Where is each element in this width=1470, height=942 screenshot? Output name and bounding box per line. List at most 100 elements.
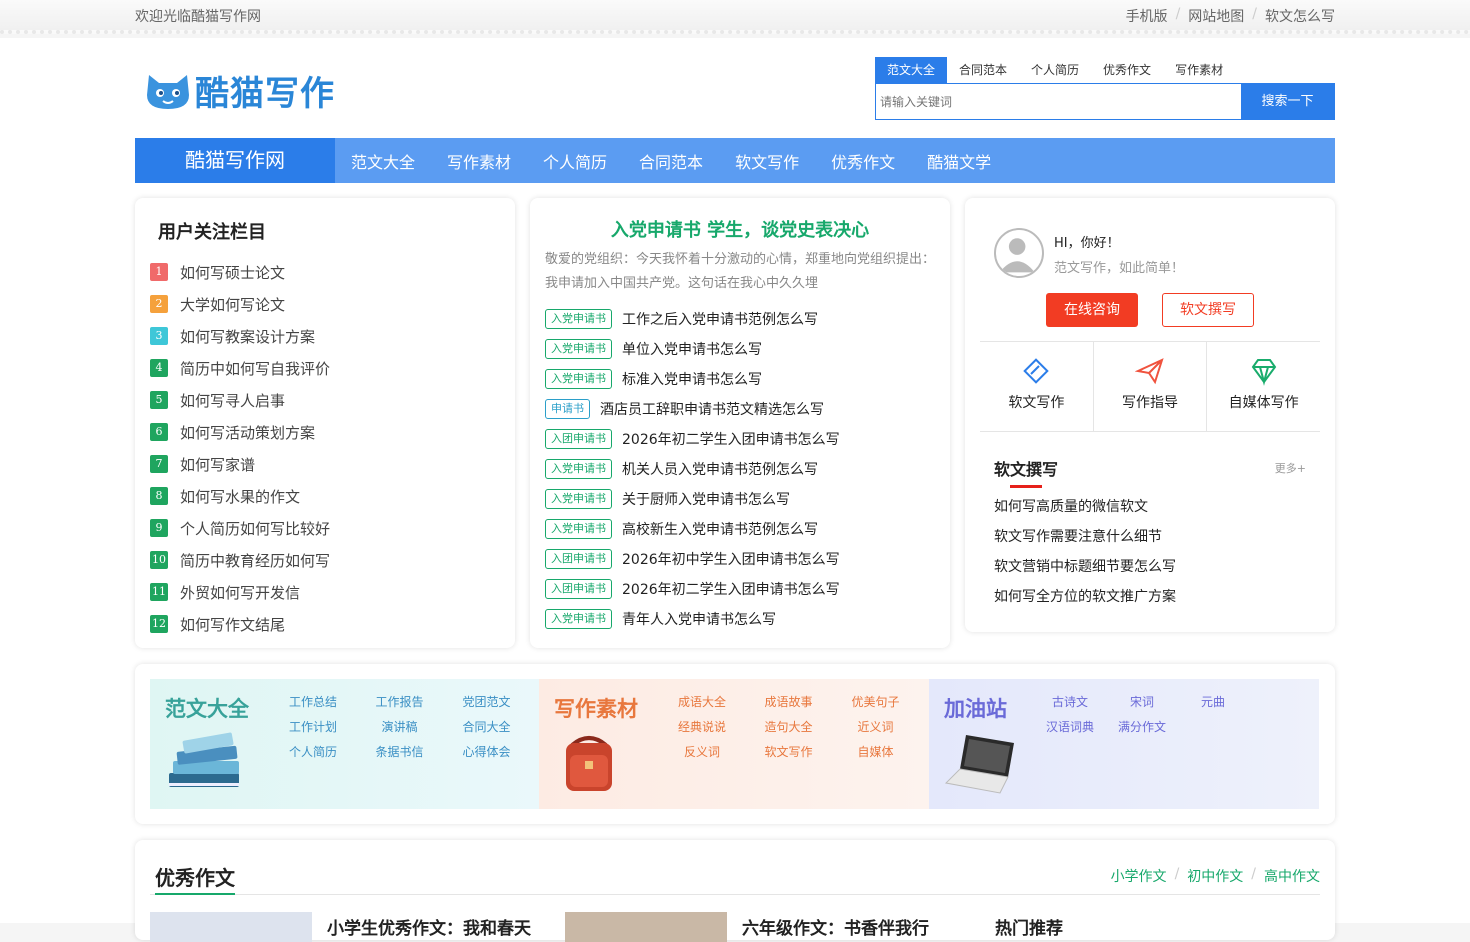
category-title[interactable]: 写作素材 xyxy=(554,693,638,723)
category-tag[interactable]: 入党申请书 xyxy=(545,369,612,389)
rank-item[interactable]: 5 如何写寻人启事 xyxy=(150,384,330,416)
rank-item[interactable]: 6 如何写活动策划方案 xyxy=(150,416,330,448)
subnav-junior[interactable]: 初中作文 xyxy=(1187,866,1243,886)
category-link[interactable]: 工作计划 xyxy=(270,718,356,737)
category-link[interactable]: 工作报告 xyxy=(356,693,443,712)
sitemap-link[interactable]: 网站地图 xyxy=(1188,6,1244,26)
category-link[interactable]: 个人简历 xyxy=(270,743,356,762)
howto-link[interactable]: 软文怎么写 xyxy=(1265,6,1335,26)
list-item[interactable]: 软文营销中标题细节要怎么写 xyxy=(994,552,1176,582)
search-tab-jianli[interactable]: 个人简历 xyxy=(1019,57,1091,83)
subnav-primary[interactable]: 小学作文 xyxy=(1111,866,1167,886)
rank-item[interactable]: 4 简历中如何写自我评价 xyxy=(150,352,330,384)
article-item[interactable]: 入团申请书 2026年初二学生入团申请书怎么写 xyxy=(545,574,840,604)
nav-item-ruanwen[interactable]: 软文写作 xyxy=(719,149,815,173)
search-tab-hetong[interactable]: 合同范本 xyxy=(947,57,1019,83)
rank-item[interactable]: 7 如何写家谱 xyxy=(150,448,330,480)
category-tag[interactable]: 入党申请书 xyxy=(545,519,612,539)
essay-title[interactable]: 小学生优秀作文：我和春天 xyxy=(327,914,531,939)
category-tag[interactable]: 申请书 xyxy=(545,399,590,419)
category-link[interactable]: 近义词 xyxy=(832,718,919,737)
shortcut-guide[interactable]: 写作指导 xyxy=(1094,342,1208,431)
article-item[interactable]: 申请书 酒店员工辞职申请书范文精选怎么写 xyxy=(545,394,840,424)
article-item[interactable]: 入党申请书 标准入党申请书怎么写 xyxy=(545,364,840,394)
category-link[interactable]: 软文写作 xyxy=(745,743,832,762)
category-link[interactable]: 自媒体 xyxy=(832,743,919,762)
list-item[interactable]: 如何写高质量的微信软文 xyxy=(994,492,1176,522)
featured-title[interactable]: 入党申请书 学生，谈党史表决心 xyxy=(530,216,950,242)
category-tag[interactable]: 入党申请书 xyxy=(545,339,612,359)
category-tag[interactable]: 入党申请书 xyxy=(545,309,612,329)
essay-title[interactable]: 六年级作文：书香伴我行 xyxy=(742,914,929,939)
essay-thumbnail[interactable] xyxy=(150,912,312,942)
nav-item-wenxue[interactable]: 酷猫文学 xyxy=(911,149,1007,173)
nav-brand[interactable]: 酷猫写作网 xyxy=(135,138,335,183)
subnav-senior[interactable]: 高中作文 xyxy=(1264,866,1320,886)
rank-item[interactable]: 2 大学如何写论文 xyxy=(150,288,330,320)
rank-number: 12 xyxy=(150,615,168,633)
category-link[interactable]: 优美句子 xyxy=(832,693,919,712)
list-item[interactable]: 软文写作需要注意什么细节 xyxy=(994,522,1176,552)
rank-item[interactable]: 8 如何写水果的作文 xyxy=(150,480,330,512)
category-link[interactable]: 宋词 xyxy=(1101,693,1183,712)
category-link[interactable]: 心得体会 xyxy=(443,743,530,762)
category-tag[interactable]: 入团申请书 xyxy=(545,549,612,569)
article-item[interactable]: 入党申请书 机关人员入党申请书范例怎么写 xyxy=(545,454,840,484)
search-tab-zuowen[interactable]: 优秀作文 xyxy=(1091,57,1163,83)
consult-button[interactable]: 在线咨询 xyxy=(1046,293,1138,327)
more-link[interactable]: 更多+ xyxy=(1275,460,1306,476)
article-item[interactable]: 入党申请书 高校新生入党申请书范例怎么写 xyxy=(545,514,840,544)
category-tag[interactable]: 入团申请书 xyxy=(545,579,612,599)
mobile-link[interactable]: 手机版 xyxy=(1126,6,1168,26)
write-button[interactable]: 软文撰写 xyxy=(1162,293,1254,327)
article-item[interactable]: 入党申请书 青年人入党申请书怎么写 xyxy=(545,604,840,634)
laptop-icon xyxy=(944,735,1014,794)
rank-item[interactable]: 1 如何写硕士论文 xyxy=(150,256,330,288)
category-link[interactable]: 造句大全 xyxy=(745,718,832,737)
search-tab-sucai[interactable]: 写作素材 xyxy=(1163,57,1235,83)
category-link[interactable]: 经典说说 xyxy=(659,718,745,737)
rank-item[interactable]: 9 个人简历如何写比较好 xyxy=(150,512,330,544)
rank-item[interactable]: 12 如何写作文结尾 xyxy=(150,608,330,640)
site-logo[interactable]: 酷猫写作 xyxy=(145,66,335,115)
article-item[interactable]: 入党申请书 关于厨师入党申请书怎么写 xyxy=(545,484,840,514)
rank-item[interactable]: 10 简历中教育经历如何写 xyxy=(150,544,330,576)
category-title[interactable]: 范文大全 xyxy=(165,693,249,723)
rank-item[interactable]: 3 如何写教案设计方案 xyxy=(150,320,330,352)
category-link[interactable]: 元曲 xyxy=(1183,693,1243,712)
nav-item-jianli[interactable]: 个人简历 xyxy=(527,149,623,173)
nav-item-fanwen[interactable]: 范文大全 xyxy=(335,149,431,173)
category-link[interactable]: 工作总结 xyxy=(270,693,356,712)
search-tab-fanwen[interactable]: 范文大全 xyxy=(875,57,948,83)
category-tag[interactable]: 入团申请书 xyxy=(545,429,612,449)
category-link[interactable]: 反义词 xyxy=(659,743,745,762)
article-item[interactable]: 入团申请书 2026年初二学生入团申请书怎么写 xyxy=(545,424,840,454)
list-item[interactable]: 如何写全方位的软文推广方案 xyxy=(994,582,1176,612)
category-tag[interactable]: 入党申请书 xyxy=(545,609,612,629)
category-link[interactable]: 满分作文 xyxy=(1101,718,1183,737)
category-tag[interactable]: 入党申请书 xyxy=(545,489,612,509)
search-input[interactable] xyxy=(876,84,1241,119)
category-tag[interactable]: 入党申请书 xyxy=(545,459,612,479)
category-title[interactable]: 加油站 xyxy=(944,693,1007,723)
shortcut-media[interactable]: 自媒体写作 xyxy=(1207,342,1320,431)
essay-thumbnail[interactable] xyxy=(565,912,727,942)
category-link[interactable]: 古诗文 xyxy=(1039,693,1101,712)
category-link[interactable]: 合同大全 xyxy=(443,718,530,737)
category-link[interactable]: 汉语词典 xyxy=(1039,718,1101,737)
category-link[interactable]: 成语故事 xyxy=(745,693,832,712)
article-item[interactable]: 入党申请书 工作之后入党申请书范例怎么写 xyxy=(545,304,840,334)
shortcut-ruanwen[interactable]: 软文写作 xyxy=(980,342,1094,431)
search-button[interactable]: 搜索一下 xyxy=(1241,84,1334,119)
nav-item-sucai[interactable]: 写作素材 xyxy=(431,149,527,173)
category-link[interactable]: 演讲稿 xyxy=(356,718,443,737)
nav-item-zuowen[interactable]: 优秀作文 xyxy=(815,149,911,173)
nav-item-hetong[interactable]: 合同范本 xyxy=(623,149,719,173)
search-tabs: 范文大全 合同范本 个人简历 优秀作文 写作素材 xyxy=(875,57,1235,83)
article-item[interactable]: 入团申请书 2026年初中学生入团申请书怎么写 xyxy=(545,544,840,574)
category-link[interactable]: 条据书信 xyxy=(356,743,443,762)
article-item[interactable]: 入党申请书 单位入党申请书怎么写 xyxy=(545,334,840,364)
category-link[interactable]: 成语大全 xyxy=(659,693,745,712)
rank-item[interactable]: 11 外贸如何写开发信 xyxy=(150,576,330,608)
category-link[interactable]: 党团范文 xyxy=(443,693,530,712)
